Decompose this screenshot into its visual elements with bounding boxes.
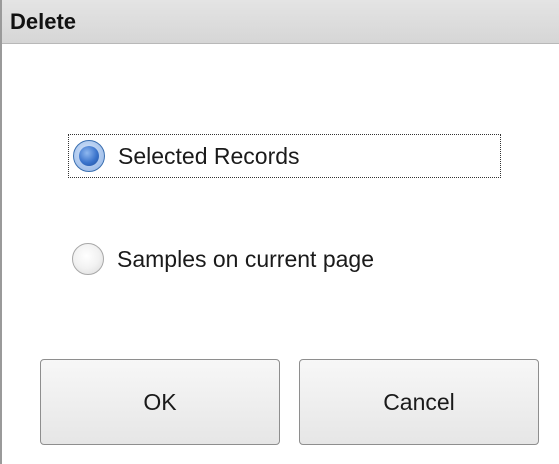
cancel-button[interactable]: Cancel — [299, 359, 539, 445]
dialog-title: Delete — [10, 9, 77, 34]
radio-unselected-icon[interactable] — [72, 243, 104, 275]
option-samples-on-current-page[interactable]: Samples on current page — [68, 237, 501, 281]
delete-dialog: Delete Selected Records Samples on curre… — [0, 0, 559, 464]
option-selected-records[interactable]: Selected Records — [68, 134, 501, 178]
dialog-title-bar[interactable]: Delete — [2, 0, 559, 44]
option-label-samples-on-current-page[interactable]: Samples on current page — [117, 246, 374, 273]
radio-selected-icon[interactable] — [73, 140, 105, 172]
ok-button[interactable]: OK — [40, 359, 280, 445]
option-label-selected-records[interactable]: Selected Records — [118, 143, 300, 170]
